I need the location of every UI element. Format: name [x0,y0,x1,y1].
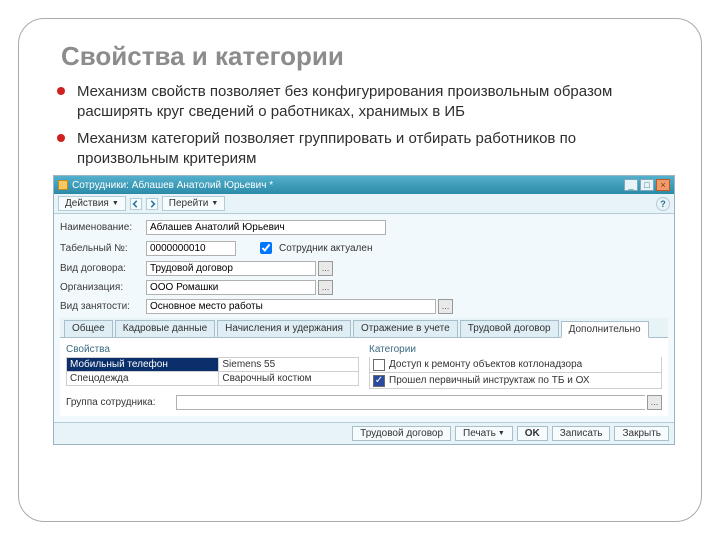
statusbar: Трудовой договор Печать ▼ OK Записать За… [54,422,674,444]
category-row[interactable]: Прошел первичный инструктаж по ТБ и ОХ [369,373,662,389]
slide-bullets: Механизм свойств позволяет без конфигури… [43,82,677,169]
maximize-button[interactable]: □ [640,179,654,191]
bullet-item: Механизм свойств позволяет без конфигури… [63,82,677,123]
name-field[interactable] [146,220,386,235]
employment-label: Вид занятости: [60,301,146,312]
actions-menu[interactable]: Действия ▼ [58,196,126,211]
dropdown-icon: ▼ [211,200,218,207]
actions-label: Действия [65,198,109,209]
table-row: Спецодежда Сварочный костюм [67,372,359,386]
group-field[interactable] [176,395,645,410]
table-row: Мобильный телефон Siemens 55 [67,358,359,372]
dropdown-icon: ▼ [112,200,119,207]
actual-checkbox[interactable] [260,242,272,254]
prop-name-cell[interactable]: Мобильный телефон [67,358,219,372]
ok-button[interactable]: OK [517,426,548,441]
category-row[interactable]: Доступ к ремонту объектов котлонадзора [369,357,662,373]
minimize-button[interactable]: _ [624,179,638,191]
prop-name-cell[interactable]: Спецодежда [67,372,219,386]
category-label: Прошел первичный инструктаж по ТБ и ОХ [389,375,590,386]
properties-title: Свойства [66,344,359,355]
categories-panel: Категории Доступ к ремонту объектов котл… [369,344,662,389]
name-label: Наименование: [60,222,146,233]
group-label: Группа сотрудника: [66,397,176,408]
tab-additional[interactable]: Дополнительно [561,321,649,338]
tab-panel-additional: Свойства Мобильный телефон Siemens 55 Сп… [60,338,668,416]
slide-frame: Свойства и категории Механизм свойств по… [18,18,702,522]
properties-panel: Свойства Мобильный телефон Siemens 55 Сп… [66,344,359,389]
category-checkbox[interactable] [373,359,385,371]
contract-label: Вид договора: [60,263,146,274]
window-title: Сотрудники: Аблашев Анатолий Юрьевич * [72,180,624,191]
tabnum-field[interactable] [146,241,236,256]
titlebar[interactable]: Сотрудники: Аблашев Анатолий Юрьевич * _… [54,176,674,194]
categories-title: Категории [369,344,662,355]
form-area: Наименование: Табельный №: Сотрудник акт… [54,214,674,422]
toolbar: Действия ▼ Перейти ▼ ? [54,194,674,214]
contract-link-button[interactable]: Трудовой договор [352,426,451,441]
go-label: Перейти [169,198,209,209]
close-button[interactable]: × [656,179,670,191]
tab-accounting[interactable]: Отражение в учете [353,320,458,337]
nav-back-button[interactable] [130,198,142,210]
group-picker-button[interactable]: … [647,395,662,410]
prop-value-cell[interactable]: Сварочный костюм [219,372,359,386]
tabs: Общее Кадровые данные Начисления и удерж… [60,318,668,338]
go-menu[interactable]: Перейти ▼ [162,196,226,211]
footer-close-button[interactable]: Закрыть [614,426,669,441]
prop-value-cell[interactable]: Siemens 55 [219,358,359,372]
contract-picker-button[interactable]: … [318,261,333,276]
category-label: Доступ к ремонту объектов котлонадзора [389,359,582,370]
tabnum-label: Табельный №: [60,243,146,254]
nav-forward-button[interactable] [146,198,158,210]
save-button[interactable]: Записать [552,426,611,441]
tab-general[interactable]: Общее [64,320,113,337]
org-label: Организация: [60,282,146,293]
employment-field[interactable] [146,299,436,314]
dropdown-icon: ▼ [498,430,505,437]
tab-accruals[interactable]: Начисления и удержания [217,320,351,337]
tab-hr-data[interactable]: Кадровые данные [115,320,215,337]
actual-label: Сотрудник актуален [279,243,372,254]
org-field[interactable] [146,280,316,295]
tab-contract[interactable]: Трудовой договор [460,320,559,337]
contract-field[interactable] [146,261,316,276]
slide-title: Свойства и категории [43,41,677,72]
help-button[interactable]: ? [656,197,670,211]
app-icon [58,180,68,190]
app-window: Сотрудники: Аблашев Анатолий Юрьевич * _… [53,175,675,445]
org-picker-button[interactable]: … [318,280,333,295]
print-button[interactable]: Печать ▼ [455,426,513,441]
properties-table[interactable]: Мобильный телефон Siemens 55 Спецодежда … [66,357,359,386]
bullet-item: Механизм категорий позволяет группироват… [63,129,677,170]
category-checkbox[interactable] [373,375,385,387]
employment-picker-button[interactable]: … [438,299,453,314]
